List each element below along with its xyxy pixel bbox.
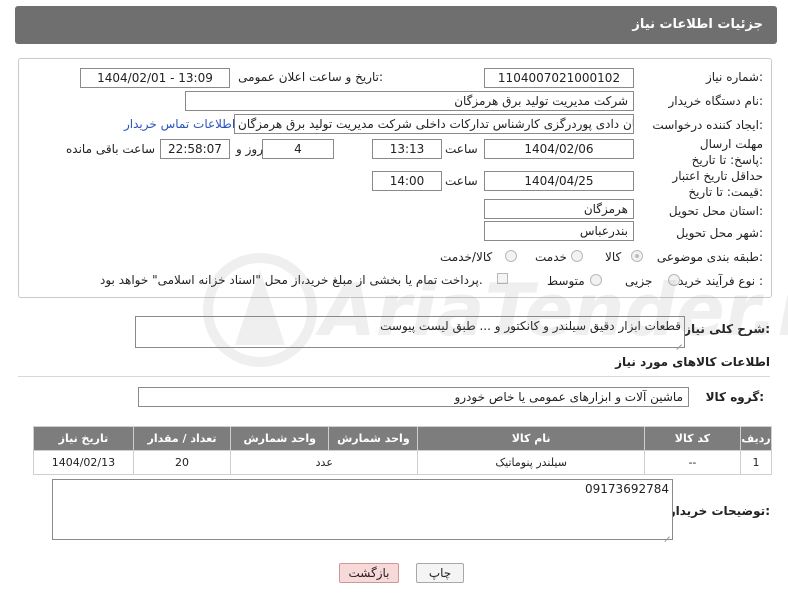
col-header-unit: واحد شمارش [230,426,330,451]
category-label: طبقه بندی موضوعی: [656,250,763,264]
goods-group-field: ماشین آلات و ابزارهای عمومی یا خاص خودرو [138,387,689,407]
description-textarea: قطعات ابزار دقیق سیلندر و کانکتور و ... … [135,316,685,348]
goods-table-header: تاریخ نیاز تعداد / مقدار واحد شمارش واحد… [33,426,772,451]
need-number-field: 1104007021000102 [484,68,634,88]
goods-table: تاریخ نیاز تعداد / مقدار واحد شمارش واحد… [33,426,772,475]
cell-name: سیلندر پنوماتیک [417,450,645,475]
col-header-unit-measure: واحد شمارش [328,426,419,451]
resize-handle-icon[interactable] [663,530,670,537]
creator-label: ایجاد کننده درخواست: [652,118,763,132]
buyer-notes-text: 09173692784 [585,482,669,496]
category-option-service: خدمت [535,250,567,264]
deadline-label: مهلت ارسال پاسخ: تا تاریخ: [691,137,763,167]
deadline-time-label: ساعت [445,142,478,156]
print-button[interactable]: چاپ [416,563,464,583]
category-option-goods: کالا [605,250,622,264]
province-field: هرمزگان [484,199,634,219]
cell-qty: 20 [132,450,232,475]
treasury-payment-checkbox[interactable] [497,273,508,284]
table-row[interactable]: 1404/02/13 20 عدد سیلندر پنوماتیک -- 1 [33,450,772,475]
validity-time-label: ساعت [445,174,478,188]
buyer-label: نام دستگاه خریدار: [668,94,764,108]
process-radio-minor[interactable] [668,274,680,286]
page-title: جزئیات اطلاعات نیاز [632,17,763,32]
city-label: شهر محل تحویل: [676,226,763,240]
deadline-time-field: 13:13 [372,139,442,159]
process-radio-medium[interactable] [590,274,602,286]
validity-time-field: 14:00 [372,171,442,191]
cell-date: 1404/02/13 [33,450,134,475]
buyer-field: شرکت مدیریت تولید برق هرمزگان [185,91,634,111]
process-label: نوع فرآیند خرید : [678,274,763,288]
buyer-notes-label: توضیحات خریدار: [668,504,770,518]
category-radio-goods[interactable] [631,250,643,262]
treasury-payment-note: پرداخت تمام یا بخشی از مبلغ خرید،از محل … [100,273,483,287]
days-label: روز و [236,142,263,156]
goods-group-label: گروه کالا: [705,390,764,404]
description-text: قطعات ابزار دقیق سیلندر و کانکتور و ... … [380,319,681,333]
process-option-minor: جزیی [625,274,653,288]
deadline-date-field: 1404/02/06 [484,139,634,159]
resize-handle-icon[interactable] [675,338,682,345]
buyer-notes-textarea: 09173692784 [52,479,673,540]
announce-field: 1404/02/01 - 13:09 [80,68,230,88]
col-header-row: ردیف [740,426,772,451]
creator-field: پیمان دادی پوردرگزی کارشناس تدارکات داخل… [234,114,634,134]
days-field: 4 [262,139,334,159]
page-header: جزئیات اطلاعات نیاز [15,6,777,44]
province-label: استان محل تحویل: [668,204,763,218]
cell-row: 1 [740,450,772,475]
back-button[interactable]: بازگشت [339,563,399,583]
remaining-label: ساعت باقی مانده [66,142,156,156]
description-label: شرح کلی نیاز: [684,322,770,336]
cell-unit: عدد [230,450,419,475]
process-option-medium: متوسط [547,274,585,288]
category-radio-goods-service[interactable] [505,250,517,262]
announce-label: تاریخ و ساعت اعلان عمومی: [238,70,383,84]
section-divider [18,376,770,377]
category-option-goods-service: کالا/خدمت [440,250,493,264]
city-field: بندرعباس [484,221,634,241]
category-radio-service[interactable] [571,250,583,262]
remaining-time-field: 22:58:07 [160,139,230,159]
col-header-qty: تعداد / مقدار [132,426,232,451]
col-header-date: تاریخ نیاز [33,426,134,451]
cell-code: -- [643,450,742,475]
buyer-contact-link[interactable]: اطلاعات تماس خریدار [124,117,235,131]
validity-label: حداقل تاریخ اعتبار قیمت: تا تاریخ: [672,169,763,199]
validity-date-field: 1404/04/25 [484,171,634,191]
goods-section-title: اطلاعات کالاهای مورد نیاز [615,355,770,369]
col-header-name: نام کالا [417,426,645,451]
need-number-label: شماره نیاز: [705,70,763,84]
col-header-code: کد کالا [643,426,742,451]
